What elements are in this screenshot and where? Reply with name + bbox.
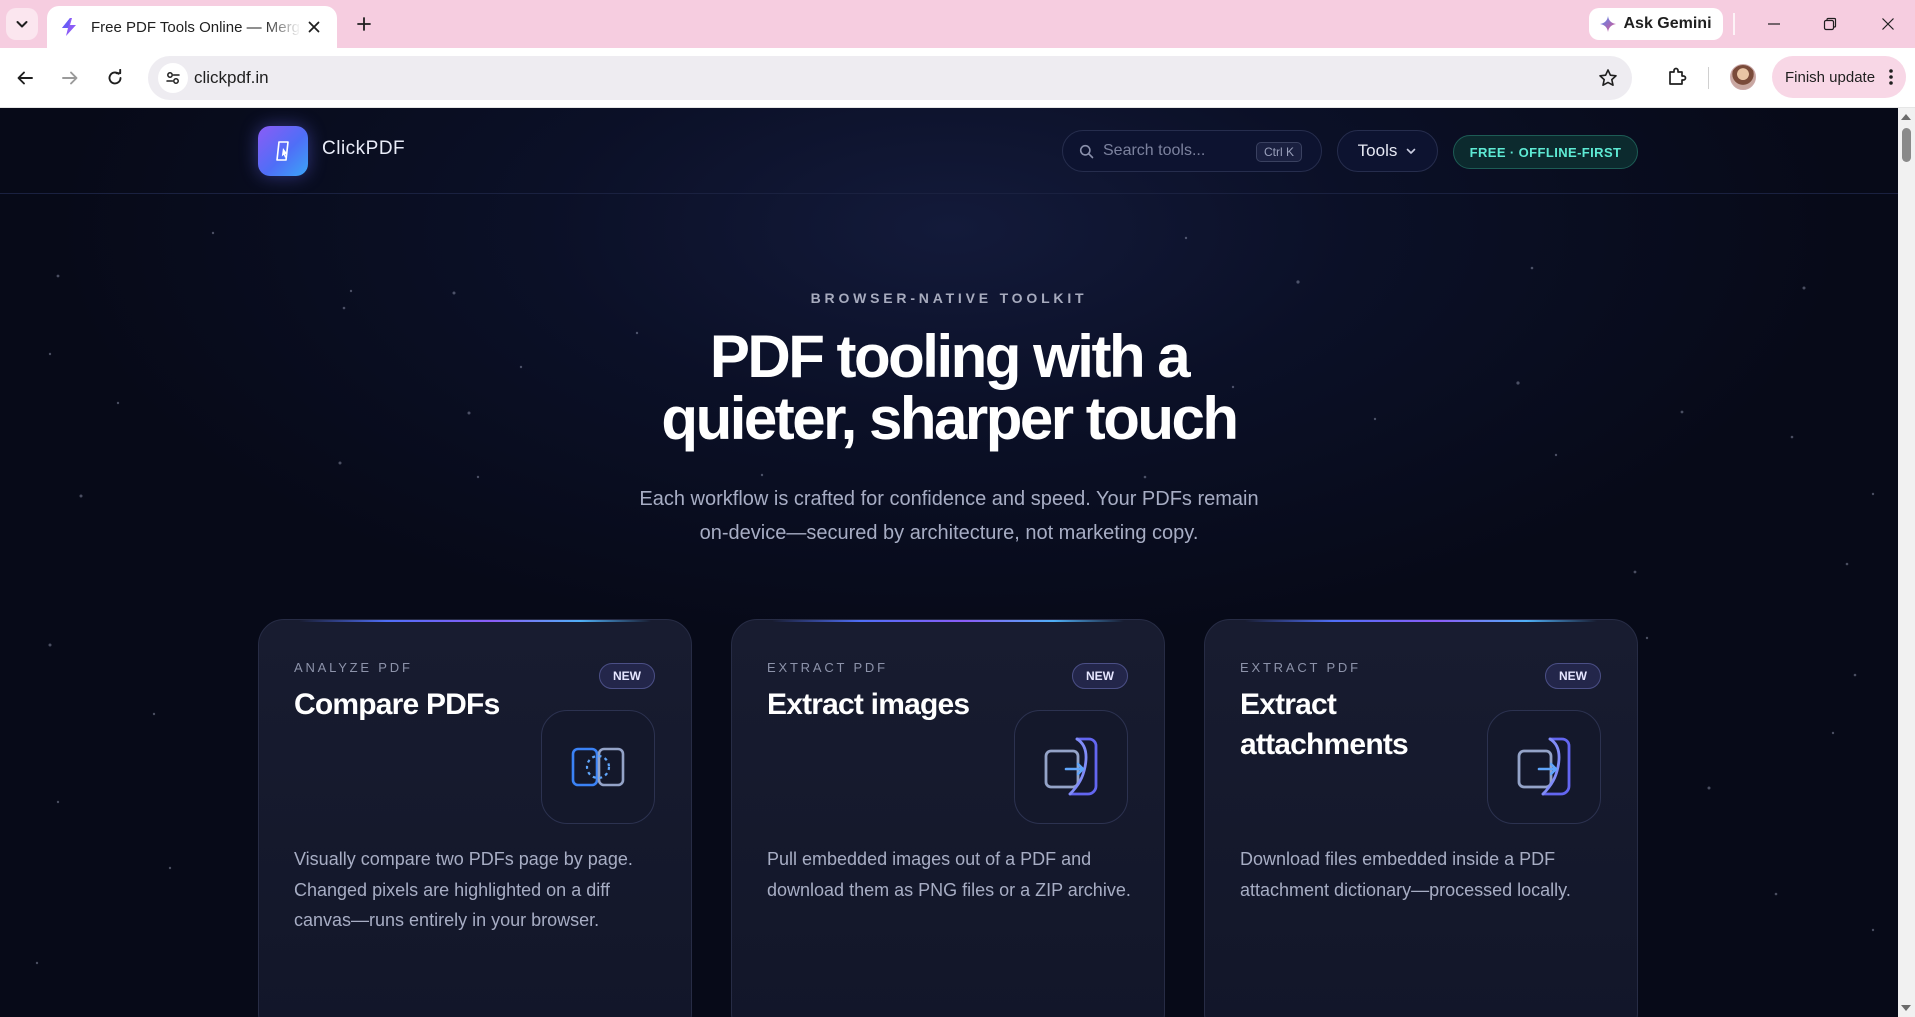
minimize-button[interactable] [1759, 10, 1789, 38]
extract-icon [1044, 737, 1098, 796]
restore-icon [1823, 17, 1837, 31]
search-shortcut-hint: Ctrl K [1256, 142, 1302, 162]
card-category: ANALYZE PDF [294, 660, 413, 675]
tools-dropdown-button[interactable]: Tools [1337, 130, 1438, 172]
plus-icon [357, 17, 371, 31]
reload-button[interactable] [98, 61, 132, 95]
tab-search-button[interactable] [6, 8, 38, 40]
url-text[interactable]: clickpdf.in [194, 68, 269, 88]
site-header: ClickPDF Ctrl K Tools FREE · OFFLINE-FIR… [0, 108, 1898, 194]
card-icon-tile [1014, 710, 1128, 824]
hero-subtitle-line1: Each workflow is crafted for confidence … [639, 488, 1259, 510]
card-icon-tile [541, 710, 655, 824]
hero-subtitle-line2: on-device—secured by architecture, not m… [699, 522, 1199, 544]
scrollbar-thumb[interactable] [1902, 128, 1911, 162]
finish-update-button[interactable]: Finish update [1772, 56, 1906, 98]
hero-subtitle: Each workflow is crafted for confidence … [549, 482, 1349, 550]
tab-close-button[interactable] [303, 16, 325, 38]
extensions-button[interactable] [1660, 60, 1694, 94]
forward-button[interactable] [53, 61, 87, 95]
card-category: EXTRACT PDF [1240, 660, 1361, 675]
close-window-button[interactable] [1873, 10, 1903, 38]
chevron-down-icon [16, 21, 28, 28]
new-tab-button[interactable] [350, 10, 378, 38]
star-icon [1599, 69, 1617, 86]
card-category: EXTRACT PDF [767, 660, 888, 675]
tab-strip-divider [1733, 13, 1735, 35]
tool-search[interactable]: Ctrl K [1062, 130, 1322, 172]
restore-button[interactable] [1815, 10, 1845, 38]
search-icon [1079, 144, 1094, 159]
back-button[interactable] [8, 61, 42, 95]
free-offline-badge: FREE · OFFLINE-FIRST [1453, 135, 1638, 169]
address-bar[interactable]: clickpdf.in [148, 56, 1632, 100]
card-description: Visually compare two PDFs page by page. … [294, 849, 633, 930]
extract-icon [1517, 737, 1571, 796]
cursor-logo-icon [276, 141, 289, 161]
tool-card-extract-attachments[interactable]: EXTRACT PDF Extract attachments NEW Down… [1204, 619, 1638, 1017]
minimize-icon [1768, 23, 1780, 25]
site-info-button[interactable] [158, 63, 188, 93]
card-description: Pull embedded images out of a PDF and do… [767, 849, 1131, 900]
new-badge: NEW [599, 663, 655, 689]
more-vertical-icon [1889, 69, 1893, 85]
card-description: Download files embedded inside a PDF att… [1240, 849, 1571, 900]
close-icon [1882, 18, 1894, 30]
tab-title: Free PDF Tools Online — Merge [91, 18, 301, 36]
browser-toolbar: clickpdf.in Finish update [0, 48, 1915, 108]
clickpdf-logo[interactable] [258, 126, 308, 176]
tool-card-compare-pdfs[interactable]: ANALYZE PDF Compare PDFs NEW Visually co… [258, 619, 692, 1017]
tools-label: Tools [1357, 141, 1398, 160]
hero-eyebrow: BROWSER-NATIVE TOOLKIT [810, 290, 1088, 306]
gemini-sparkle-icon [1600, 16, 1617, 32]
compare-icon [571, 747, 625, 787]
hero-title: PDF tooling with a quieter, sharper touc… [549, 326, 1349, 450]
page-scrollbar[interactable] [1898, 108, 1915, 1017]
reload-icon [108, 69, 122, 85]
card-title: Extract attachments [1240, 688, 1409, 761]
ask-gemini-button[interactable]: Ask Gemini [1589, 8, 1723, 40]
brand-name[interactable]: ClickPDF [322, 138, 405, 160]
new-badge: NEW [1072, 663, 1128, 689]
profile-avatar[interactable] [1730, 64, 1756, 90]
card-title: Extract images [767, 688, 970, 721]
arrow-right-icon [62, 71, 78, 85]
hero-title-line2: quieter, sharper touch [661, 385, 1239, 452]
finish-update-label: Finish update [1785, 68, 1876, 86]
close-icon [308, 21, 320, 33]
lightning-favicon-icon [62, 18, 76, 36]
hero-title-line1: PDF tooling with a [709, 323, 1191, 390]
toolbar-divider [1708, 67, 1709, 89]
scroll-up-arrow-icon[interactable] [1901, 114, 1911, 120]
browser-tab-strip: Free PDF Tools Online — Merge Ask Gemini [0, 0, 1915, 48]
card-icon-tile [1487, 710, 1601, 824]
new-badge: NEW [1545, 663, 1601, 689]
puzzle-icon [1669, 67, 1687, 85]
ask-gemini-label: Ask Gemini [1623, 15, 1712, 32]
chevron-down-icon [1407, 148, 1416, 154]
tool-card-extract-images[interactable]: EXTRACT PDF Extract images NEW Pull embe… [731, 619, 1165, 1017]
bookmark-button[interactable] [1596, 66, 1620, 90]
scroll-down-arrow-icon[interactable] [1901, 1005, 1911, 1011]
search-input[interactable] [1103, 140, 1253, 162]
tune-icon [166, 72, 180, 84]
arrow-left-icon [17, 71, 33, 85]
page-viewport: ClickPDF Ctrl K Tools FREE · OFFLINE-FIR… [0, 108, 1898, 1017]
card-title: Compare PDFs [294, 688, 500, 721]
browser-tab-active[interactable]: Free PDF Tools Online — Merge [47, 6, 337, 48]
